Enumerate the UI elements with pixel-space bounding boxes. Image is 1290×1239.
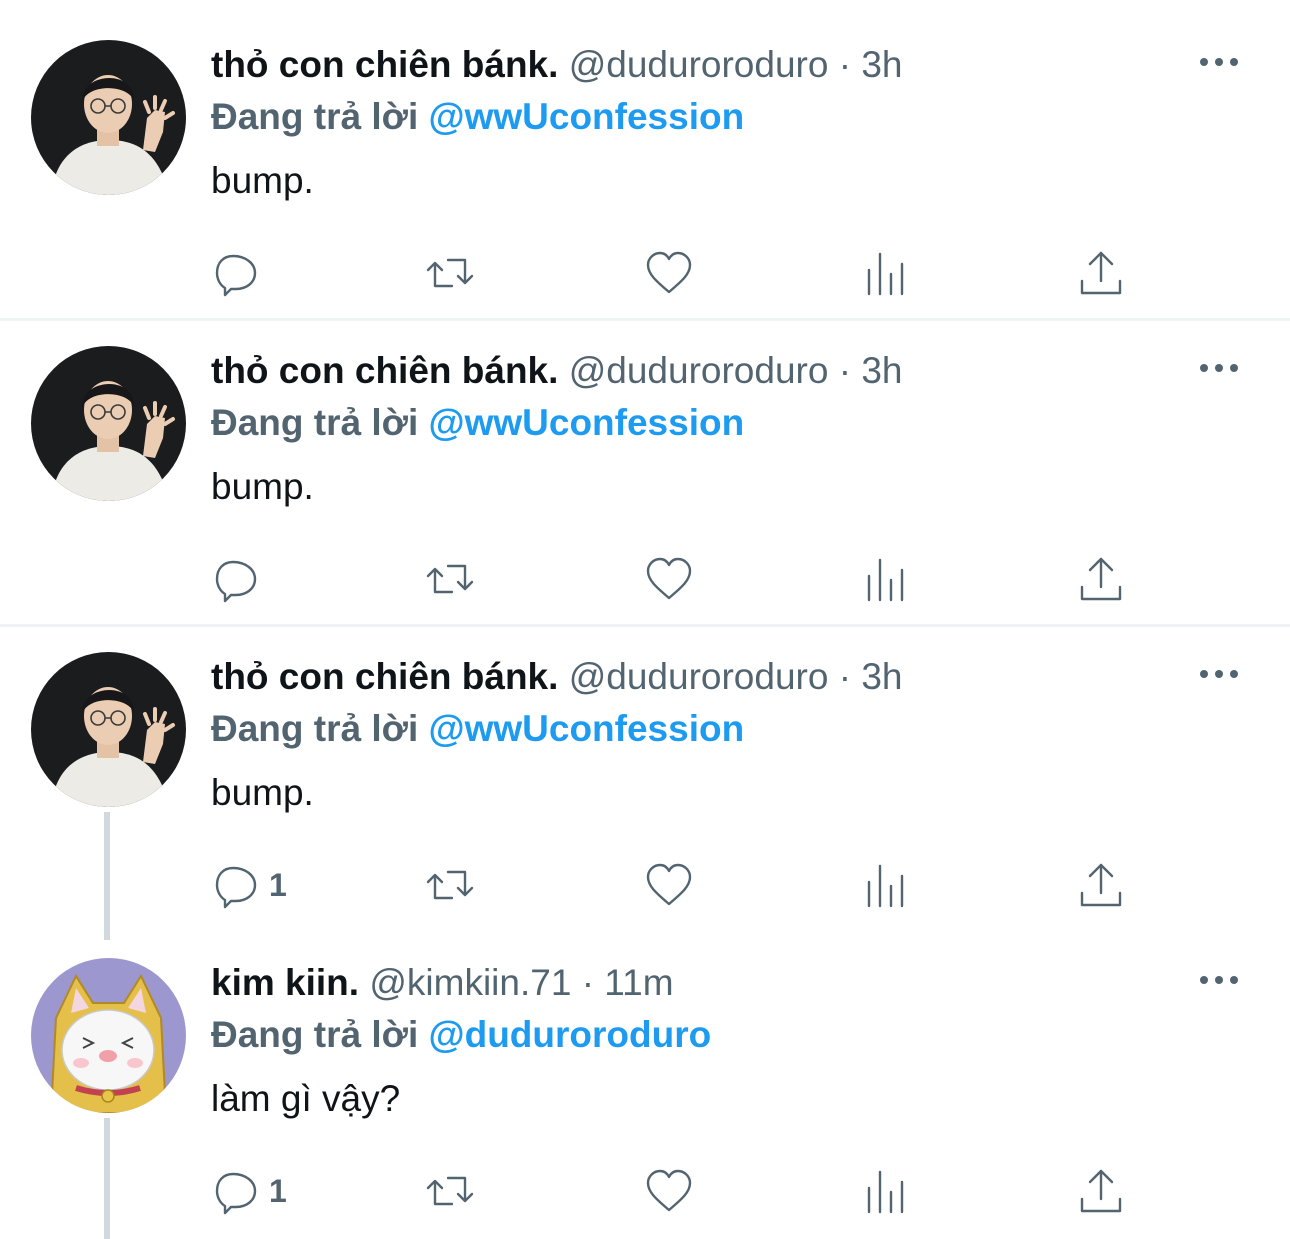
heart-icon: [646, 557, 692, 600]
reply-button[interactable]: 1: [211, 855, 287, 915]
more-icon[interactable]: [1200, 358, 1238, 378]
user-handle[interactable]: @kimkiin.71: [369, 962, 571, 1003]
avatar-photo: [31, 652, 186, 807]
like-button[interactable]: [644, 243, 694, 303]
tweet-divider: [0, 624, 1290, 627]
share-button[interactable]: [1076, 243, 1126, 303]
views-icon: [867, 864, 904, 908]
share-button[interactable]: [1076, 855, 1126, 915]
tweet-text: bump.: [211, 466, 314, 507]
views-icon: [867, 1170, 904, 1214]
replying-prefix: Đang trả lời: [211, 96, 419, 137]
reply-icon: [215, 866, 257, 909]
separator-dot: ·: [838, 656, 852, 697]
tweet-actions: 1: [211, 855, 1141, 915]
timestamp[interactable]: 3h: [861, 350, 902, 391]
avatar[interactable]: [31, 652, 186, 807]
replying-prefix: Đang trả lời: [211, 1014, 419, 1055]
avatar[interactable]: [31, 346, 186, 501]
retweet-button[interactable]: [425, 243, 475, 303]
tweet-actions: [211, 243, 1141, 303]
views-button[interactable]: [861, 549, 911, 609]
share-button[interactable]: [1076, 549, 1126, 609]
reply-icon: [215, 560, 257, 603]
timestamp[interactable]: 11m: [604, 962, 673, 1003]
mention-link[interactable]: @wwUconfession: [429, 402, 745, 443]
tweet-text: bump.: [211, 772, 314, 813]
views-icon: [867, 558, 904, 602]
views-button[interactable]: [861, 243, 911, 303]
like-button[interactable]: [644, 855, 694, 915]
display-name[interactable]: thỏ con chiên bánk.: [211, 656, 558, 697]
replying-to: Đang trả lời @wwUconfession: [211, 702, 1230, 756]
views-button[interactable]: [861, 855, 911, 915]
retweet-icon: [426, 870, 474, 900]
retweet-icon: [426, 564, 474, 594]
heart-icon: [646, 863, 692, 906]
share-button[interactable]: [1076, 1161, 1126, 1221]
tweet-text: làm gì vậy?: [211, 1078, 401, 1119]
reply-count: 1: [269, 1172, 287, 1209]
reply-icon: [215, 1172, 257, 1215]
share-icon: [1080, 557, 1122, 601]
views-icon: [867, 252, 904, 296]
timestamp[interactable]: 3h: [861, 656, 902, 697]
more-icon[interactable]: [1200, 970, 1238, 990]
mention-link[interactable]: @wwUconfession: [429, 96, 745, 137]
like-button[interactable]: [644, 549, 694, 609]
tweet-actions: 1: [211, 1161, 1141, 1221]
avatar-photo: [31, 346, 186, 501]
user-handle[interactable]: @duduroroduro: [569, 44, 829, 85]
replying-prefix: Đang trả lời: [211, 402, 419, 443]
share-icon: [1080, 1169, 1122, 1213]
retweet-button[interactable]: [425, 855, 475, 915]
separator-dot: ·: [581, 962, 595, 1003]
display-name[interactable]: kim kiin.: [211, 962, 359, 1003]
reply-button[interactable]: [211, 549, 269, 609]
tweet[interactable]: thỏ con chiên bánk. @duduroroduro · 3h Đ…: [0, 346, 1290, 621]
retweet-icon: [426, 1176, 474, 1206]
avatar[interactable]: [31, 40, 186, 195]
heart-icon: [646, 1169, 692, 1212]
display-name[interactable]: thỏ con chiên bánk.: [211, 44, 558, 85]
retweet-button[interactable]: [425, 549, 475, 609]
separator-dot: ·: [838, 350, 852, 391]
avatar-cartoon-cat: [31, 958, 186, 1113]
heart-icon: [646, 251, 692, 294]
timestamp[interactable]: 3h: [861, 44, 902, 85]
reply-button[interactable]: 1: [211, 1161, 287, 1221]
tweet-divider: [0, 318, 1290, 321]
display-name[interactable]: thỏ con chiên bánk.: [211, 350, 558, 391]
mention-link[interactable]: @duduroroduro: [429, 1014, 712, 1055]
views-button[interactable]: [861, 1161, 911, 1221]
avatar[interactable]: [31, 958, 186, 1113]
replying-to: Đang trả lời @wwUconfession: [211, 90, 1230, 144]
more-icon[interactable]: [1200, 664, 1238, 684]
replying-to: Đang trả lời @wwUconfession: [211, 396, 1230, 450]
user-handle[interactable]: @duduroroduro: [569, 350, 829, 391]
replying-to: Đang trả lời @duduroroduro: [211, 1008, 1230, 1062]
avatar-photo: [31, 40, 186, 195]
tweet[interactable]: thỏ con chiên bánk. @duduroroduro · 3h Đ…: [0, 40, 1290, 315]
reply-button[interactable]: [211, 243, 269, 303]
replying-prefix: Đang trả lời: [211, 708, 419, 749]
user-handle[interactable]: @duduroroduro: [569, 656, 829, 697]
tweet[interactable]: thỏ con chiên bánk. @duduroroduro · 3h Đ…: [0, 652, 1290, 927]
tweet-actions: [211, 549, 1141, 609]
like-button[interactable]: [644, 1161, 694, 1221]
separator-dot: ·: [838, 44, 852, 85]
reply-icon: [215, 254, 257, 297]
tweet-text: bump.: [211, 160, 314, 201]
tweet[interactable]: kim kiin. @kimkiin.71 · 11m Đang trả lời…: [0, 958, 1290, 1233]
reply-count: 1: [269, 866, 287, 903]
retweet-button[interactable]: [425, 1161, 475, 1221]
mention-link[interactable]: @wwUconfession: [429, 708, 745, 749]
share-icon: [1080, 863, 1122, 907]
more-icon[interactable]: [1200, 52, 1238, 72]
share-icon: [1080, 251, 1122, 295]
retweet-icon: [426, 258, 474, 288]
